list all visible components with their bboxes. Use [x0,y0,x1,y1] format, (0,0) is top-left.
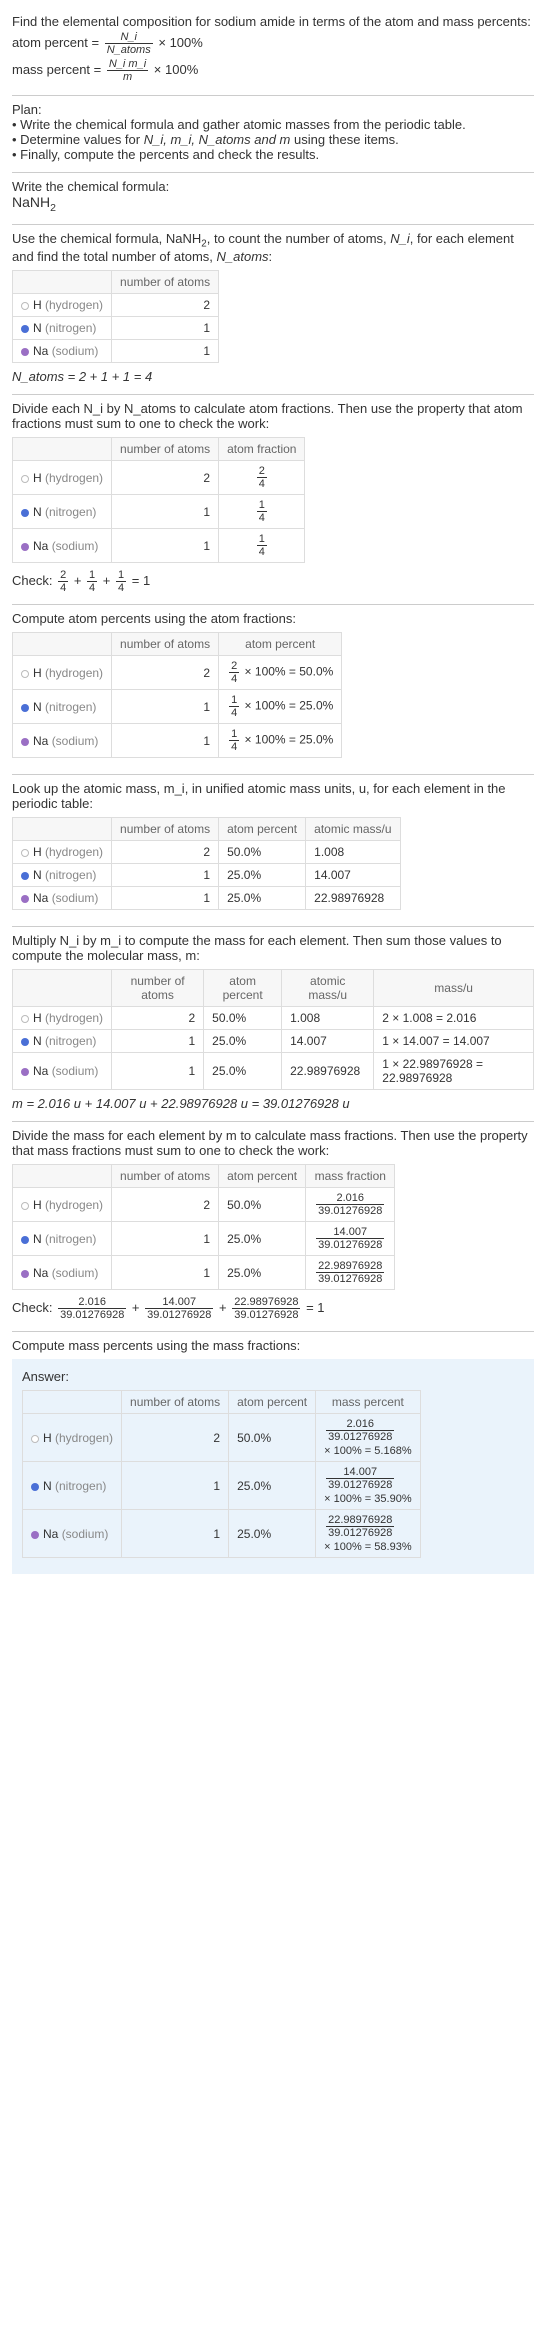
answer-table: number of atomsatom percentmass percent … [22,1390,421,1558]
element-bullet-icon [21,475,29,483]
element-bullet-icon [21,1202,29,1210]
table-row: Na (sodium) 1 14 × 100% = 25.0% [13,724,342,758]
answer-box: Answer: number of atomsatom percentmass … [12,1359,534,1574]
atom-percent-formula: atom percent = N_i N_atoms × 100% [12,31,534,56]
table-row: Na (sodium) 1 14 [13,529,305,563]
final-text: Compute mass percents using the mass fra… [12,1338,534,1353]
natoms-sum: N_atoms = 2 + 1 + 1 = 4 [12,369,534,384]
element-bullet-icon [21,543,29,551]
table-row: H (hydrogen) 2 [13,294,219,317]
massfrac-check: Check: 2.01639.01276928 + 14.00739.01276… [12,1296,534,1321]
mmass-table: number of atomsatom percentatomic mass/u… [12,969,534,1090]
plan-bullet: • Determine values for N_i, m_i, N_atoms… [12,132,534,147]
element-bullet-icon [21,872,29,880]
element-bullet-icon [21,1038,29,1046]
amass-table: number of atomsatom percentatomic mass/u… [12,817,401,910]
table-row: H (hydrogen) 250.0% 2.01639.01276928 [13,1188,395,1222]
massfrac-table: number of atomsatom percentmass fraction… [12,1164,395,1290]
element-bullet-icon [21,895,29,903]
count-text: Use the chemical formula, NaNH2, to coun… [12,231,534,265]
molecular-mass-section: Multiply N_i by m_i to compute the mass … [12,927,534,1122]
table-row: Na (sodium) 125.0% 22.9897692839.0127692… [13,1256,395,1290]
atom-fraction-section: Divide each N_i by N_atoms to calculate … [12,395,534,605]
table-header-row: number of atomsatom percent [13,633,342,656]
element-bullet-icon [31,1435,39,1443]
element-bullet-icon [21,348,29,356]
table-row: N (nitrogen) 125.0%14.007 [13,864,401,887]
element-bullet-icon [21,704,29,712]
plan-bullet: • Write the chemical formula and gather … [12,117,534,132]
table-header-row: number of atomsatom fraction [13,438,305,461]
table-row: N (nitrogen) 125.0% 14.00739.01276928× 1… [23,1462,421,1510]
element-bullet-icon [21,1270,29,1278]
atomfrac-table: number of atomsatom fraction H (hydrogen… [12,437,305,563]
atompct-text: Compute atom percents using the atom fra… [12,611,534,626]
element-bullet-icon [21,325,29,333]
formula-title: Write the chemical formula: [12,179,534,194]
table-row: H (hydrogen) 250.0% 2.01639.01276928× 10… [23,1414,421,1462]
table-row: N (nitrogen) 1 [13,317,219,340]
amass-text: Look up the atomic mass, m_i, in unified… [12,781,534,811]
mmass-text: Multiply N_i by m_i to compute the mass … [12,933,534,963]
atom-percent-section: Compute atom percents using the atom fra… [12,605,534,775]
plan-title: Plan: [12,102,534,117]
table-header-row: number of atomsatom percentmass fraction [13,1165,395,1188]
intro-section: Find the elemental composition for sodiu… [12,8,534,96]
element-bullet-icon [21,849,29,857]
molecular-mass-sum: m = 2.016 u + 14.007 u + 22.98976928 u =… [12,1096,534,1111]
element-bullet-icon [31,1483,39,1491]
count-atoms-section: Use the chemical formula, NaNH2, to coun… [12,225,534,396]
element-bullet-icon [21,509,29,517]
intro-text: Find the elemental composition for sodiu… [12,14,534,29]
element-bullet-icon [21,1068,29,1076]
table-row: N (nitrogen) 125.0%14.0071 × 14.007 = 14… [13,1030,534,1053]
table-row: H (hydrogen) 2 24 [13,461,305,495]
atomfrac-text: Divide each N_i by N_atoms to calculate … [12,401,534,431]
plan-section: Plan: • Write the chemical formula and g… [12,96,534,173]
count-table: number of atoms H (hydrogen) 2 N (nitrog… [12,270,219,363]
final-section: Compute mass percents using the mass fra… [12,1332,534,1584]
table-row: N (nitrogen) 1 14 [13,495,305,529]
table-header-row: number of atomsatom percentatomic mass/u… [13,970,534,1007]
table-row: N (nitrogen) 125.0% 14.00739.01276928 [13,1222,395,1256]
table-header-row: number of atomsatom percentatomic mass/u [13,818,401,841]
element-bullet-icon [21,670,29,678]
element-bullet-icon [31,1531,39,1539]
element-bullet-icon [21,1236,29,1244]
table-row: Na (sodium) 125.0% 22.9897692839.0127692… [23,1510,421,1558]
massfrac-text: Divide the mass for each element by m to… [12,1128,534,1158]
formula-section: Write the chemical formula: NaNH2 [12,173,534,225]
atomic-mass-section: Look up the atomic mass, m_i, in unified… [12,775,534,927]
table-row: H (hydrogen) 2 24 × 100% = 50.0% [13,656,342,690]
mass-fraction-section: Divide the mass for each element by m to… [12,1122,534,1332]
mass-percent-formula: mass percent = N_i m_i m × 100% [12,58,534,83]
table-row: Na (sodium) 1 [13,340,219,363]
fraction: N_i m_i m [107,58,148,83]
table-header-row: number of atoms [13,271,219,294]
element-bullet-icon [21,1015,29,1023]
atomfrac-check: Check: 24 + 14 + 14 = 1 [12,569,534,594]
table-row: H (hydrogen) 250.0%1.008 [13,841,401,864]
table-row: H (hydrogen) 250.0%1.0082 × 1.008 = 2.01… [13,1007,534,1030]
table-row: Na (sodium) 125.0%22.98976928 [13,887,401,910]
table-row: N (nitrogen) 1 14 × 100% = 25.0% [13,690,342,724]
table-header-row: number of atomsatom percentmass percent [23,1391,421,1414]
fraction: N_i N_atoms [105,31,153,56]
plan-bullet: • Finally, compute the percents and chec… [12,147,534,162]
table-row: Na (sodium) 125.0%22.989769281 × 22.9897… [13,1053,534,1090]
atompct-table: number of atomsatom percent H (hydrogen)… [12,632,342,758]
answer-label: Answer: [22,1369,524,1384]
chemical-formula: NaNH2 [12,194,534,214]
element-bullet-icon [21,738,29,746]
element-bullet-icon [21,302,29,310]
